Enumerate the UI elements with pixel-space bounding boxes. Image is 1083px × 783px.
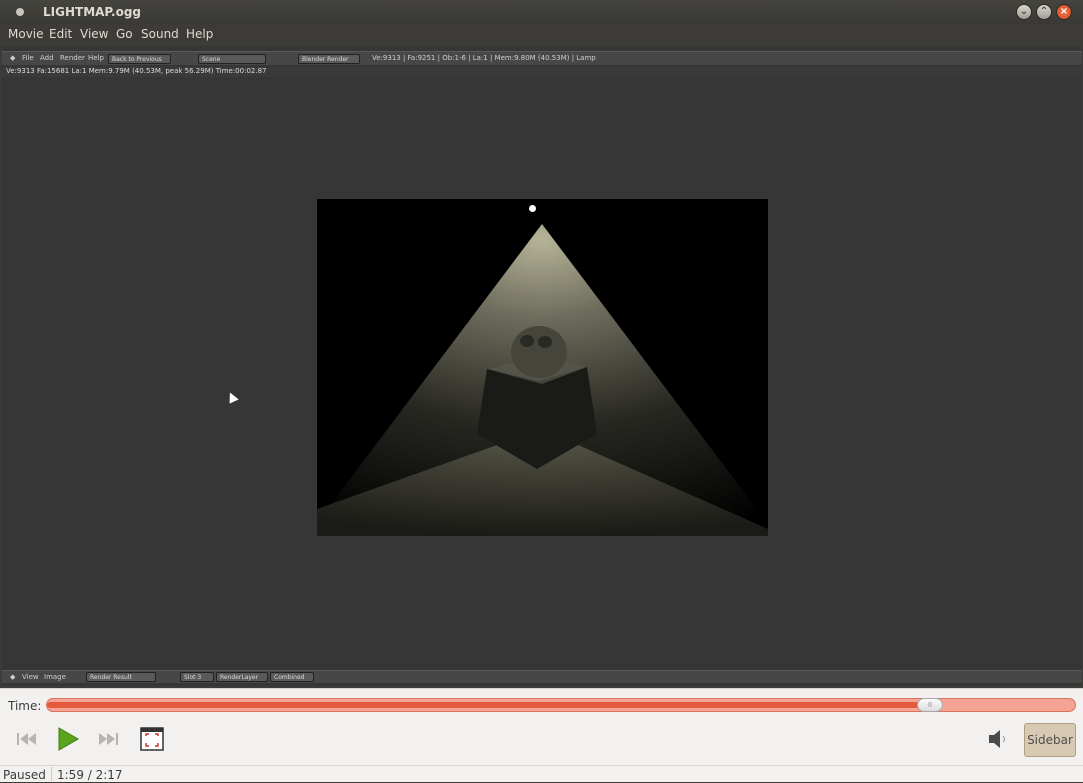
- seek-handle[interactable]: II: [917, 698, 943, 712]
- fullscreen-button[interactable]: [138, 725, 166, 753]
- render-result-image: [317, 199, 768, 536]
- blender-slot-field: Slot 3: [180, 672, 214, 682]
- menu-go[interactable]: Go: [116, 27, 133, 41]
- playback-status: Paused: [3, 768, 46, 782]
- blender-editor-icon: ◆: [10, 54, 16, 62]
- skip-forward-icon: [99, 733, 118, 745]
- blender-menu-render: Render: [60, 54, 85, 62]
- title-bar: LIGHTMAP.ogg ⌄ ⌃ ×: [0, 0, 1083, 24]
- menu-help[interactable]: Help: [186, 27, 213, 41]
- window-menu-icon[interactable]: [16, 8, 24, 16]
- fullscreen-icon: [140, 727, 164, 751]
- menu-edit[interactable]: Edit: [49, 27, 72, 41]
- status-bar: Paused 1:59 / 2:17: [0, 765, 1083, 783]
- mouse-cursor-icon: [225, 390, 239, 404]
- blender-engine-field: Blender Render: [298, 54, 360, 64]
- status-divider: [51, 767, 52, 781]
- next-chapter-button[interactable]: [95, 725, 123, 753]
- blender-pass-field: Combined: [270, 672, 314, 682]
- blender-back-button: Back to Previous: [108, 54, 171, 64]
- skip-back-icon: [17, 733, 36, 745]
- sidebar-button[interactable]: Sidebar: [1024, 723, 1076, 757]
- minimize-button[interactable]: ⌄: [1016, 4, 1032, 20]
- blender-menu-help: Help: [88, 54, 104, 62]
- blender-header: ◆ File Add Render Help Back to Previous …: [2, 51, 1082, 65]
- menu-bar: Movie Edit View Go Sound Help: [0, 24, 1083, 46]
- menu-movie[interactable]: Movie: [8, 27, 44, 41]
- blender-scene-field: Scene: [198, 54, 266, 64]
- volume-button[interactable]: [985, 727, 1013, 751]
- seek-bar[interactable]: II: [46, 698, 1076, 712]
- seek-progress: [47, 702, 930, 708]
- maximize-button[interactable]: ⌃: [1036, 4, 1052, 20]
- lamp-dot: [529, 205, 536, 212]
- previous-chapter-button[interactable]: [12, 725, 40, 753]
- blender-image-field: Render Result: [86, 672, 156, 682]
- time-label: Time:: [8, 699, 42, 713]
- menu-sound[interactable]: Sound: [141, 27, 179, 41]
- close-button[interactable]: ×: [1056, 4, 1072, 20]
- blender-footer-icon: ◆: [10, 673, 16, 681]
- window-title: LIGHTMAP.ogg: [43, 5, 141, 19]
- speaker-icon: [989, 730, 1005, 748]
- blender-menu-image: Image: [44, 673, 66, 681]
- blender-renderlayer-field: RenderLayer: [216, 672, 268, 682]
- blender-menu-view: View: [22, 673, 39, 681]
- video-area[interactable]: ◆ File Add Render Help Back to Previous …: [2, 46, 1082, 686]
- play-button[interactable]: [54, 725, 82, 753]
- blender-menu-add: Add: [40, 54, 54, 62]
- blender-render-info: Ve:9313 Fa:15681 La:1 Mem:9.79M (40.53M,…: [2, 67, 1082, 77]
- render-info-text: Ve:9313 Fa:15681 La:1 Mem:9.79M (40.53M,…: [6, 67, 267, 75]
- blender-footer: ◆ View Image Render Result Slot 3 Render…: [2, 670, 1082, 683]
- blender-menu-file: File: [22, 54, 34, 62]
- menu-view[interactable]: View: [80, 27, 108, 41]
- play-icon: [58, 727, 79, 751]
- playback-position: 1:59 / 2:17: [57, 768, 123, 782]
- player-controls: Time: II Sidebar Paused 1:59 / 2:17: [0, 688, 1083, 782]
- blender-header-stats: Ve:9313 | Fa:9251 | Ob:1-6 | La:1 | Mem:…: [372, 54, 596, 62]
